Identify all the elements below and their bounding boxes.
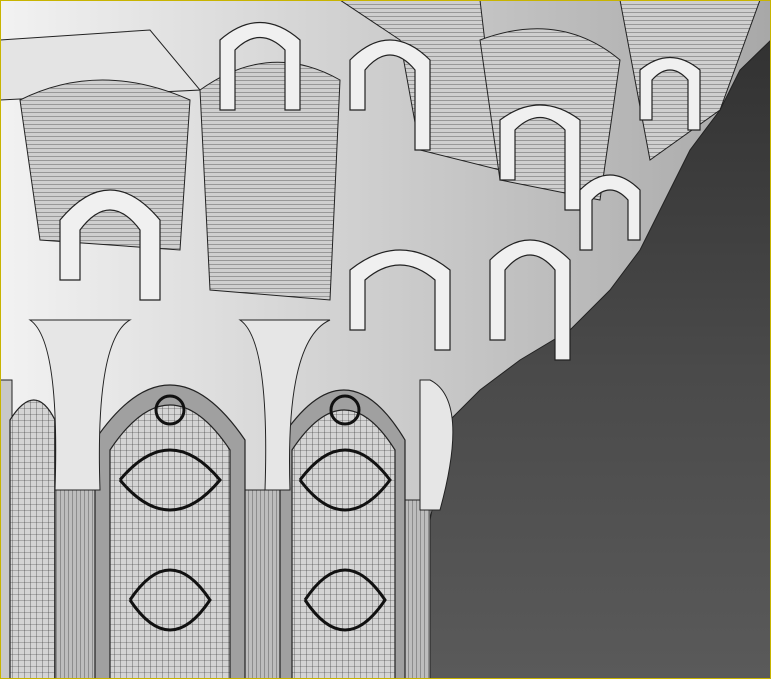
- 3d-viewport[interactable]: [0, 0, 771, 679]
- architecture-model: [0, 0, 771, 679]
